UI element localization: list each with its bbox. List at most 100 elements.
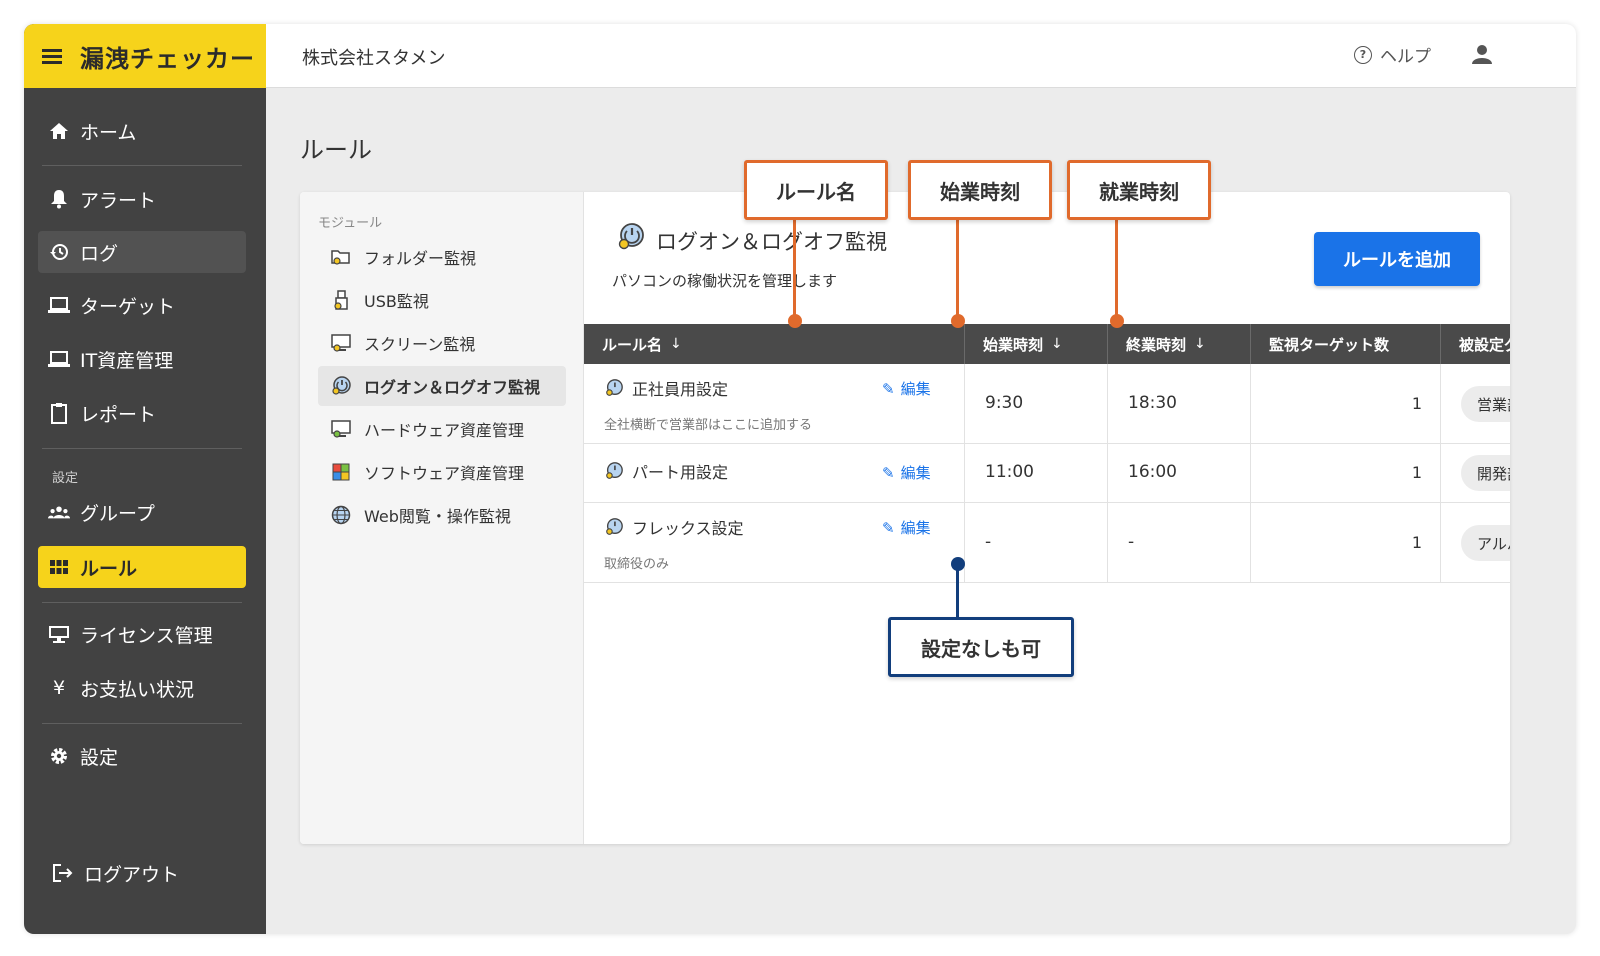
help-label: ヘルプ <box>1380 47 1431 67</box>
logon-power-icon <box>606 518 623 535</box>
logout-button[interactable]: ログアウト <box>42 852 250 894</box>
module-item-hardware[interactable]: ハードウェア資産管理 <box>318 409 566 449</box>
group-chip[interactable]: 営業部 <box>1461 386 1510 422</box>
logout-icon <box>52 862 74 884</box>
rule-name[interactable]: パート用設定 <box>604 459 728 483</box>
sidebar-item-license[interactable]: ライセンス管理 <box>38 613 246 655</box>
callout-rule-name: ルール名 <box>744 160 888 220</box>
sidebar-item-label: 設定 <box>80 746 119 769</box>
callout-line <box>1115 220 1118 320</box>
sidebar-divider <box>42 448 242 449</box>
help-icon: ? <box>1354 45 1372 64</box>
sidebar-item-label: ライセンス管理 <box>80 624 213 647</box>
column-header-rule-name[interactable]: ルール名 ↓ <box>584 324 965 364</box>
sidebar-section-settings: 設定 <box>52 471 79 486</box>
page-title: ルール <box>300 136 372 164</box>
end-time: - <box>1128 532 1135 552</box>
pencil-icon: ✎ <box>882 463 895 482</box>
module-item-usb[interactable]: USB監視 <box>318 280 566 320</box>
sidebar-item-billing[interactable]: ¥ お支払い状況 <box>38 667 246 709</box>
callout-start-time: 始業時刻 <box>908 160 1052 220</box>
clipboard-icon <box>48 402 70 424</box>
screen-monitor-icon <box>331 334 351 352</box>
module-item-web[interactable]: Web閲覧・操作監視 <box>318 495 566 535</box>
history-icon <box>48 241 70 263</box>
column-header-end-time[interactable]: 終業時刻 ↓ <box>1108 324 1251 364</box>
callout-line <box>956 564 959 620</box>
license-icon <box>48 623 70 645</box>
sidebar-item-home[interactable]: ホーム <box>38 110 246 152</box>
sidebar-item-target[interactable]: ターゲット <box>38 284 246 326</box>
sidebar-item-label: アラート <box>80 189 157 212</box>
logon-power-icon <box>606 379 623 396</box>
sidebar-item-label: レポート <box>80 403 157 426</box>
sidebar-item-log[interactable]: ログ <box>38 231 246 273</box>
sidebar-item-alert[interactable]: アラート <box>38 178 246 220</box>
sidebar-item-settings[interactable]: 設定 <box>38 735 246 777</box>
sort-down-icon: ↓ <box>1051 336 1063 352</box>
sidebar: 漏洩チェッカー ホーム アラート ログ ターゲット IT資産管理 レポート 設定… <box>24 24 266 934</box>
start-time: 11:00 <box>985 462 1034 482</box>
edit-button[interactable]: ✎ 編集 <box>882 378 931 399</box>
edit-button[interactable]: ✎ 編集 <box>882 462 931 483</box>
edit-button[interactable]: ✎ 編集 <box>882 517 931 538</box>
sidebar-divider <box>42 723 242 724</box>
target-count: 1 <box>1411 533 1422 552</box>
pencil-icon: ✎ <box>882 518 895 537</box>
sidebar-item-it-assets[interactable]: IT資産管理 <box>38 338 246 380</box>
table-row: パート用設定 ✎編集 11:00 16:00 1 開発部 <box>584 444 1510 503</box>
rules-table-header: ルール名↓ 始業時刻↓ 終業時刻↓ 監視ターゲット数 被設定グル <box>584 324 1510 364</box>
group-chip[interactable]: アルバイ <box>1461 525 1510 561</box>
callout-dot <box>788 314 802 328</box>
laptop-target-icon <box>48 294 70 316</box>
module-item-folder[interactable]: フォルダー監視 <box>318 237 566 277</box>
group-icon <box>48 501 70 523</box>
sidebar-item-label: IT資産管理 <box>80 349 174 372</box>
logon-power-icon <box>606 462 623 479</box>
sidebar-divider <box>42 165 242 166</box>
sidebar-item-report[interactable]: レポート <box>38 392 246 434</box>
callout-dot <box>1110 314 1124 328</box>
column-header-target-count[interactable]: 監視ターゲット数 <box>1251 324 1441 364</box>
rule-name[interactable]: フレックス設定 <box>604 515 744 539</box>
rule-note: 全社横断で営業部はここに追加する <box>604 418 813 433</box>
software-icon <box>332 463 350 481</box>
sidebar-divider <box>42 602 242 603</box>
help-button[interactable]: ? ヘルプ <box>1354 42 1431 67</box>
brand-bar: 漏洩チェッカー <box>24 24 266 88</box>
module-item-logon[interactable]: ログオン＆ログオフ監視 <box>318 366 566 406</box>
module-item-screen[interactable]: スクリーン監視 <box>318 323 566 363</box>
user-account-icon[interactable] <box>1470 42 1494 66</box>
grid-icon <box>48 556 70 578</box>
sidebar-item-rule[interactable]: ルール <box>38 546 246 588</box>
sort-down-icon: ↓ <box>670 336 682 352</box>
start-time: - <box>985 532 992 552</box>
logon-power-icon <box>332 376 351 395</box>
column-header-start-time[interactable]: 始業時刻 ↓ <box>965 324 1108 364</box>
target-count: 1 <box>1411 394 1422 413</box>
module-list: モジュール フォルダー監視 USB監視 スクリーン監視 ログオン＆ログオフ監視 … <box>300 192 584 844</box>
sidebar-item-label: ターゲット <box>80 295 176 318</box>
sidebar-item-label: お支払い状況 <box>80 678 195 701</box>
sidebar-item-group[interactable]: グループ <box>38 491 246 533</box>
end-time: 18:30 <box>1128 393 1177 413</box>
rule-panel-description: パソコンの稼働状況を管理します <box>612 272 838 290</box>
column-header-groups[interactable]: 被設定グル <box>1441 324 1510 364</box>
add-rule-button[interactable]: ルールを追加 <box>1314 232 1480 286</box>
callout-line <box>793 220 796 320</box>
module-item-software[interactable]: ソフトウェア資産管理 <box>318 452 566 492</box>
sidebar-item-label: グループ <box>80 502 155 525</box>
target-count: 1 <box>1411 463 1422 482</box>
rule-name[interactable]: 正社員用設定 <box>604 376 728 400</box>
start-time: 9:30 <box>985 393 1024 413</box>
callout-line <box>956 220 959 320</box>
group-chip[interactable]: 開発部 <box>1461 455 1510 491</box>
laptop-icon <box>48 348 70 370</box>
logout-label: ログアウト <box>84 863 180 886</box>
yen-icon: ¥ <box>52 677 66 699</box>
module-heading: モジュール <box>318 216 383 231</box>
hamburger-menu-icon[interactable] <box>42 49 62 64</box>
callout-dot <box>951 314 965 328</box>
app-title: 漏洩チェッカー <box>80 44 255 73</box>
callout-end-time: 就業時刻 <box>1067 160 1211 220</box>
